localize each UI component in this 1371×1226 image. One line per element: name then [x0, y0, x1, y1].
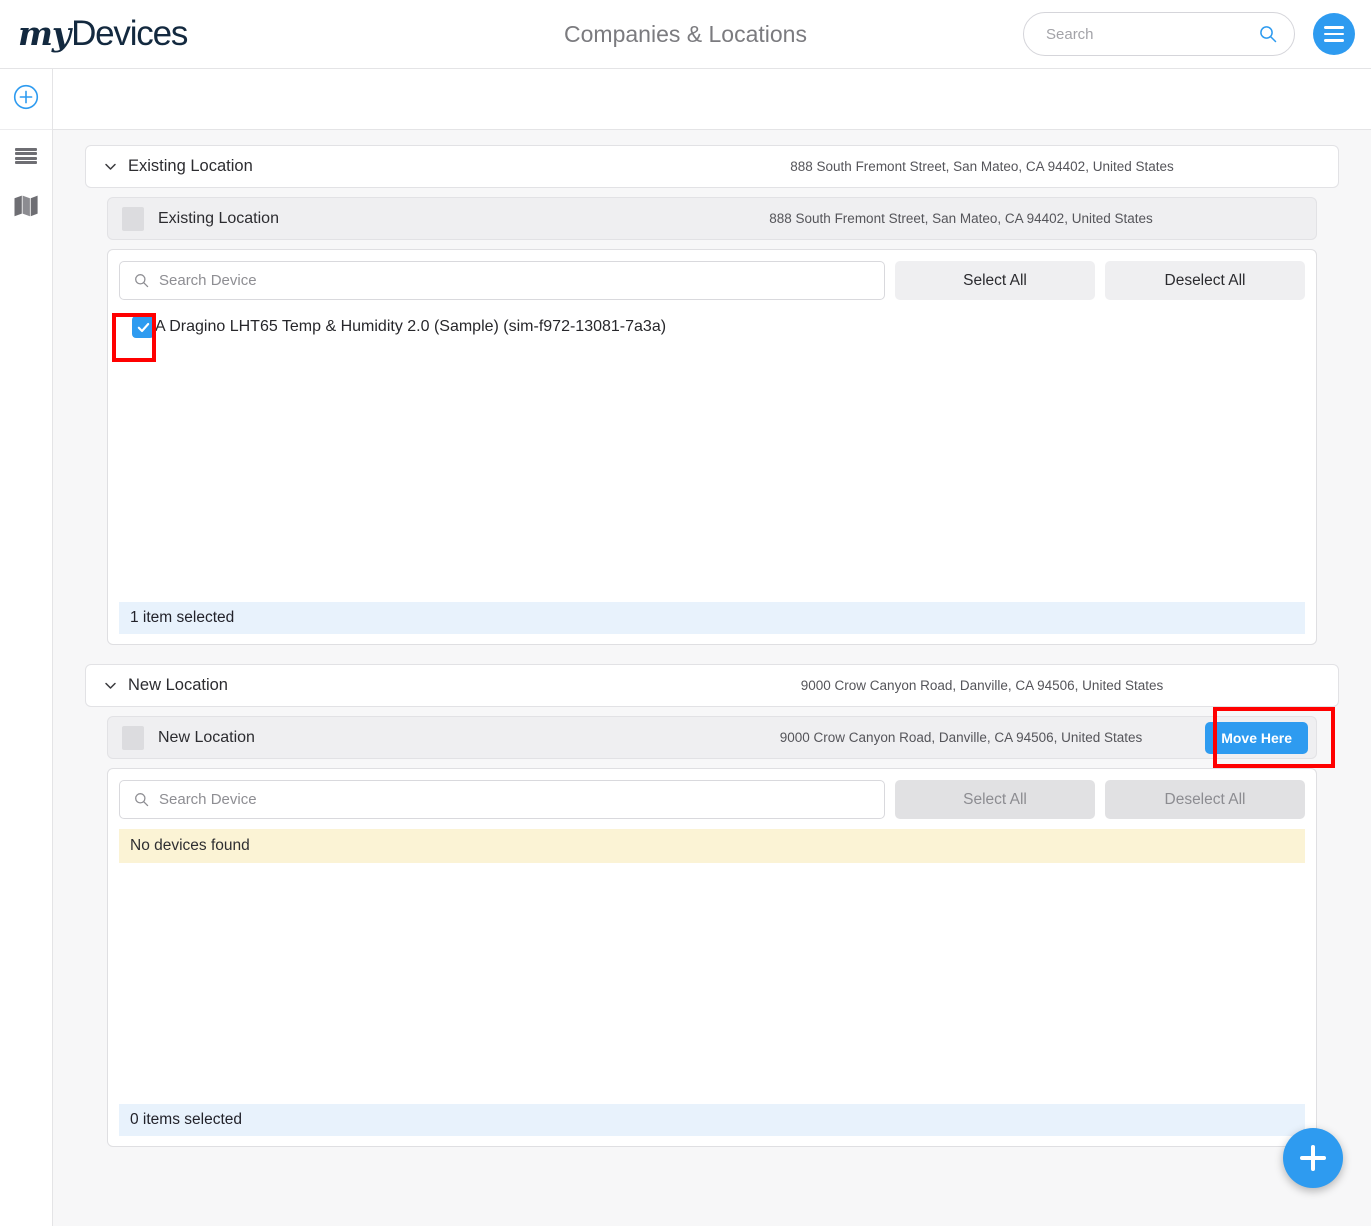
location-row-title: New Location [158, 729, 255, 747]
device-name-label: A Dragino LHT65 Temp & Humidity 2.0 (Sam… [155, 318, 666, 336]
select-all-button[interactable]: Select All [895, 780, 1095, 819]
search-icon [134, 273, 149, 288]
header-actions [1023, 12, 1355, 56]
device-list-item[interactable]: A Dragino LHT65 Temp & Humidity 2.0 (Sam… [119, 310, 1305, 344]
location-header-address: 9000 Crow Canyon Road, Danville, CA 9450… [801, 678, 1163, 693]
device-panel-existing: Select All Deselect All A Dragino LHT65 … [107, 249, 1317, 645]
selection-status-existing: 1 item selected [119, 602, 1305, 634]
device-checkbox[interactable] [132, 316, 154, 338]
device-search-input[interactable] [149, 791, 884, 808]
plus-circle-icon[interactable] [13, 84, 39, 115]
location-panel-new: New Location 9000 Crow Canyon Road, Danv… [107, 716, 1317, 1147]
move-here-button[interactable]: Move Here [1205, 722, 1308, 754]
select-all-button[interactable]: Select All [895, 261, 1095, 300]
deselect-all-button[interactable]: Deselect All [1105, 780, 1305, 819]
device-list-new [108, 863, 1316, 1104]
global-search[interactable] [1023, 12, 1295, 56]
device-toolbar-new: Select All Deselect All [108, 769, 1316, 829]
add-floating-action-button[interactable] [1283, 1128, 1343, 1188]
hamburger-menu-icon[interactable] [1313, 13, 1355, 55]
toolbar-strip [53, 69, 1371, 130]
location-row-title: Existing Location [158, 210, 279, 228]
empty-state-message: No devices found [119, 829, 1305, 863]
logo-devices-text: Devices [71, 14, 187, 54]
chevron-down-icon[interactable] [102, 678, 118, 694]
device-toolbar-existing: Select All Deselect All [108, 250, 1316, 310]
chevron-down-icon[interactable] [102, 159, 118, 175]
left-sidebar [0, 69, 53, 1226]
list-lines-icon[interactable] [15, 148, 37, 164]
location-section-new: New Location 9000 Crow Canyon Road, Danv… [85, 664, 1339, 1147]
device-list-existing: A Dragino LHT65 Temp & Humidity 2.0 (Sam… [108, 310, 1316, 602]
search-icon[interactable] [1259, 25, 1277, 43]
device-search-new[interactable] [119, 780, 885, 819]
deselect-all-button[interactable]: Deselect All [1105, 261, 1305, 300]
image-placeholder-icon [122, 207, 144, 231]
main-content: Existing Location 888 South Fremont Stre… [53, 130, 1371, 1226]
app-root: myDevices Companies & Locations [0, 0, 1371, 1226]
location-header-new[interactable]: New Location 9000 Crow Canyon Road, Danv… [85, 664, 1339, 707]
search-icon [134, 792, 149, 807]
selection-status-new: 0 items selected [119, 1104, 1305, 1136]
location-row-address: 888 South Fremont Street, San Mateo, CA … [769, 211, 1152, 226]
sidebar-item-list[interactable] [0, 130, 52, 182]
location-row-existing[interactable]: Existing Location 888 South Fremont Stre… [107, 197, 1317, 240]
location-header-address: 888 South Fremont Street, San Mateo, CA … [790, 159, 1173, 174]
device-search-existing[interactable] [119, 261, 885, 300]
app-logo[interactable]: myDevices [18, 14, 187, 54]
location-header-title: New Location [128, 676, 228, 695]
logo-my-text: my [18, 14, 70, 53]
location-header-existing[interactable]: Existing Location 888 South Fremont Stre… [85, 145, 1339, 188]
sidebar-item-map[interactable] [0, 182, 52, 234]
device-search-input[interactable] [149, 272, 884, 289]
image-placeholder-icon [122, 726, 144, 750]
location-row-new[interactable]: New Location 9000 Crow Canyon Road, Danv… [107, 716, 1317, 759]
search-input[interactable] [1024, 26, 1294, 43]
location-section-existing: Existing Location 888 South Fremont Stre… [85, 145, 1339, 645]
location-panel-existing: Existing Location 888 South Fremont Stre… [107, 197, 1317, 645]
app-header: myDevices Companies & Locations [0, 0, 1371, 69]
sidebar-item-add[interactable] [0, 69, 52, 130]
location-header-title: Existing Location [128, 157, 253, 176]
device-panel-new: Select All Deselect All No devices found… [107, 768, 1317, 1147]
map-icon[interactable] [13, 194, 39, 223]
location-row-address: 9000 Crow Canyon Road, Danville, CA 9450… [780, 730, 1142, 745]
